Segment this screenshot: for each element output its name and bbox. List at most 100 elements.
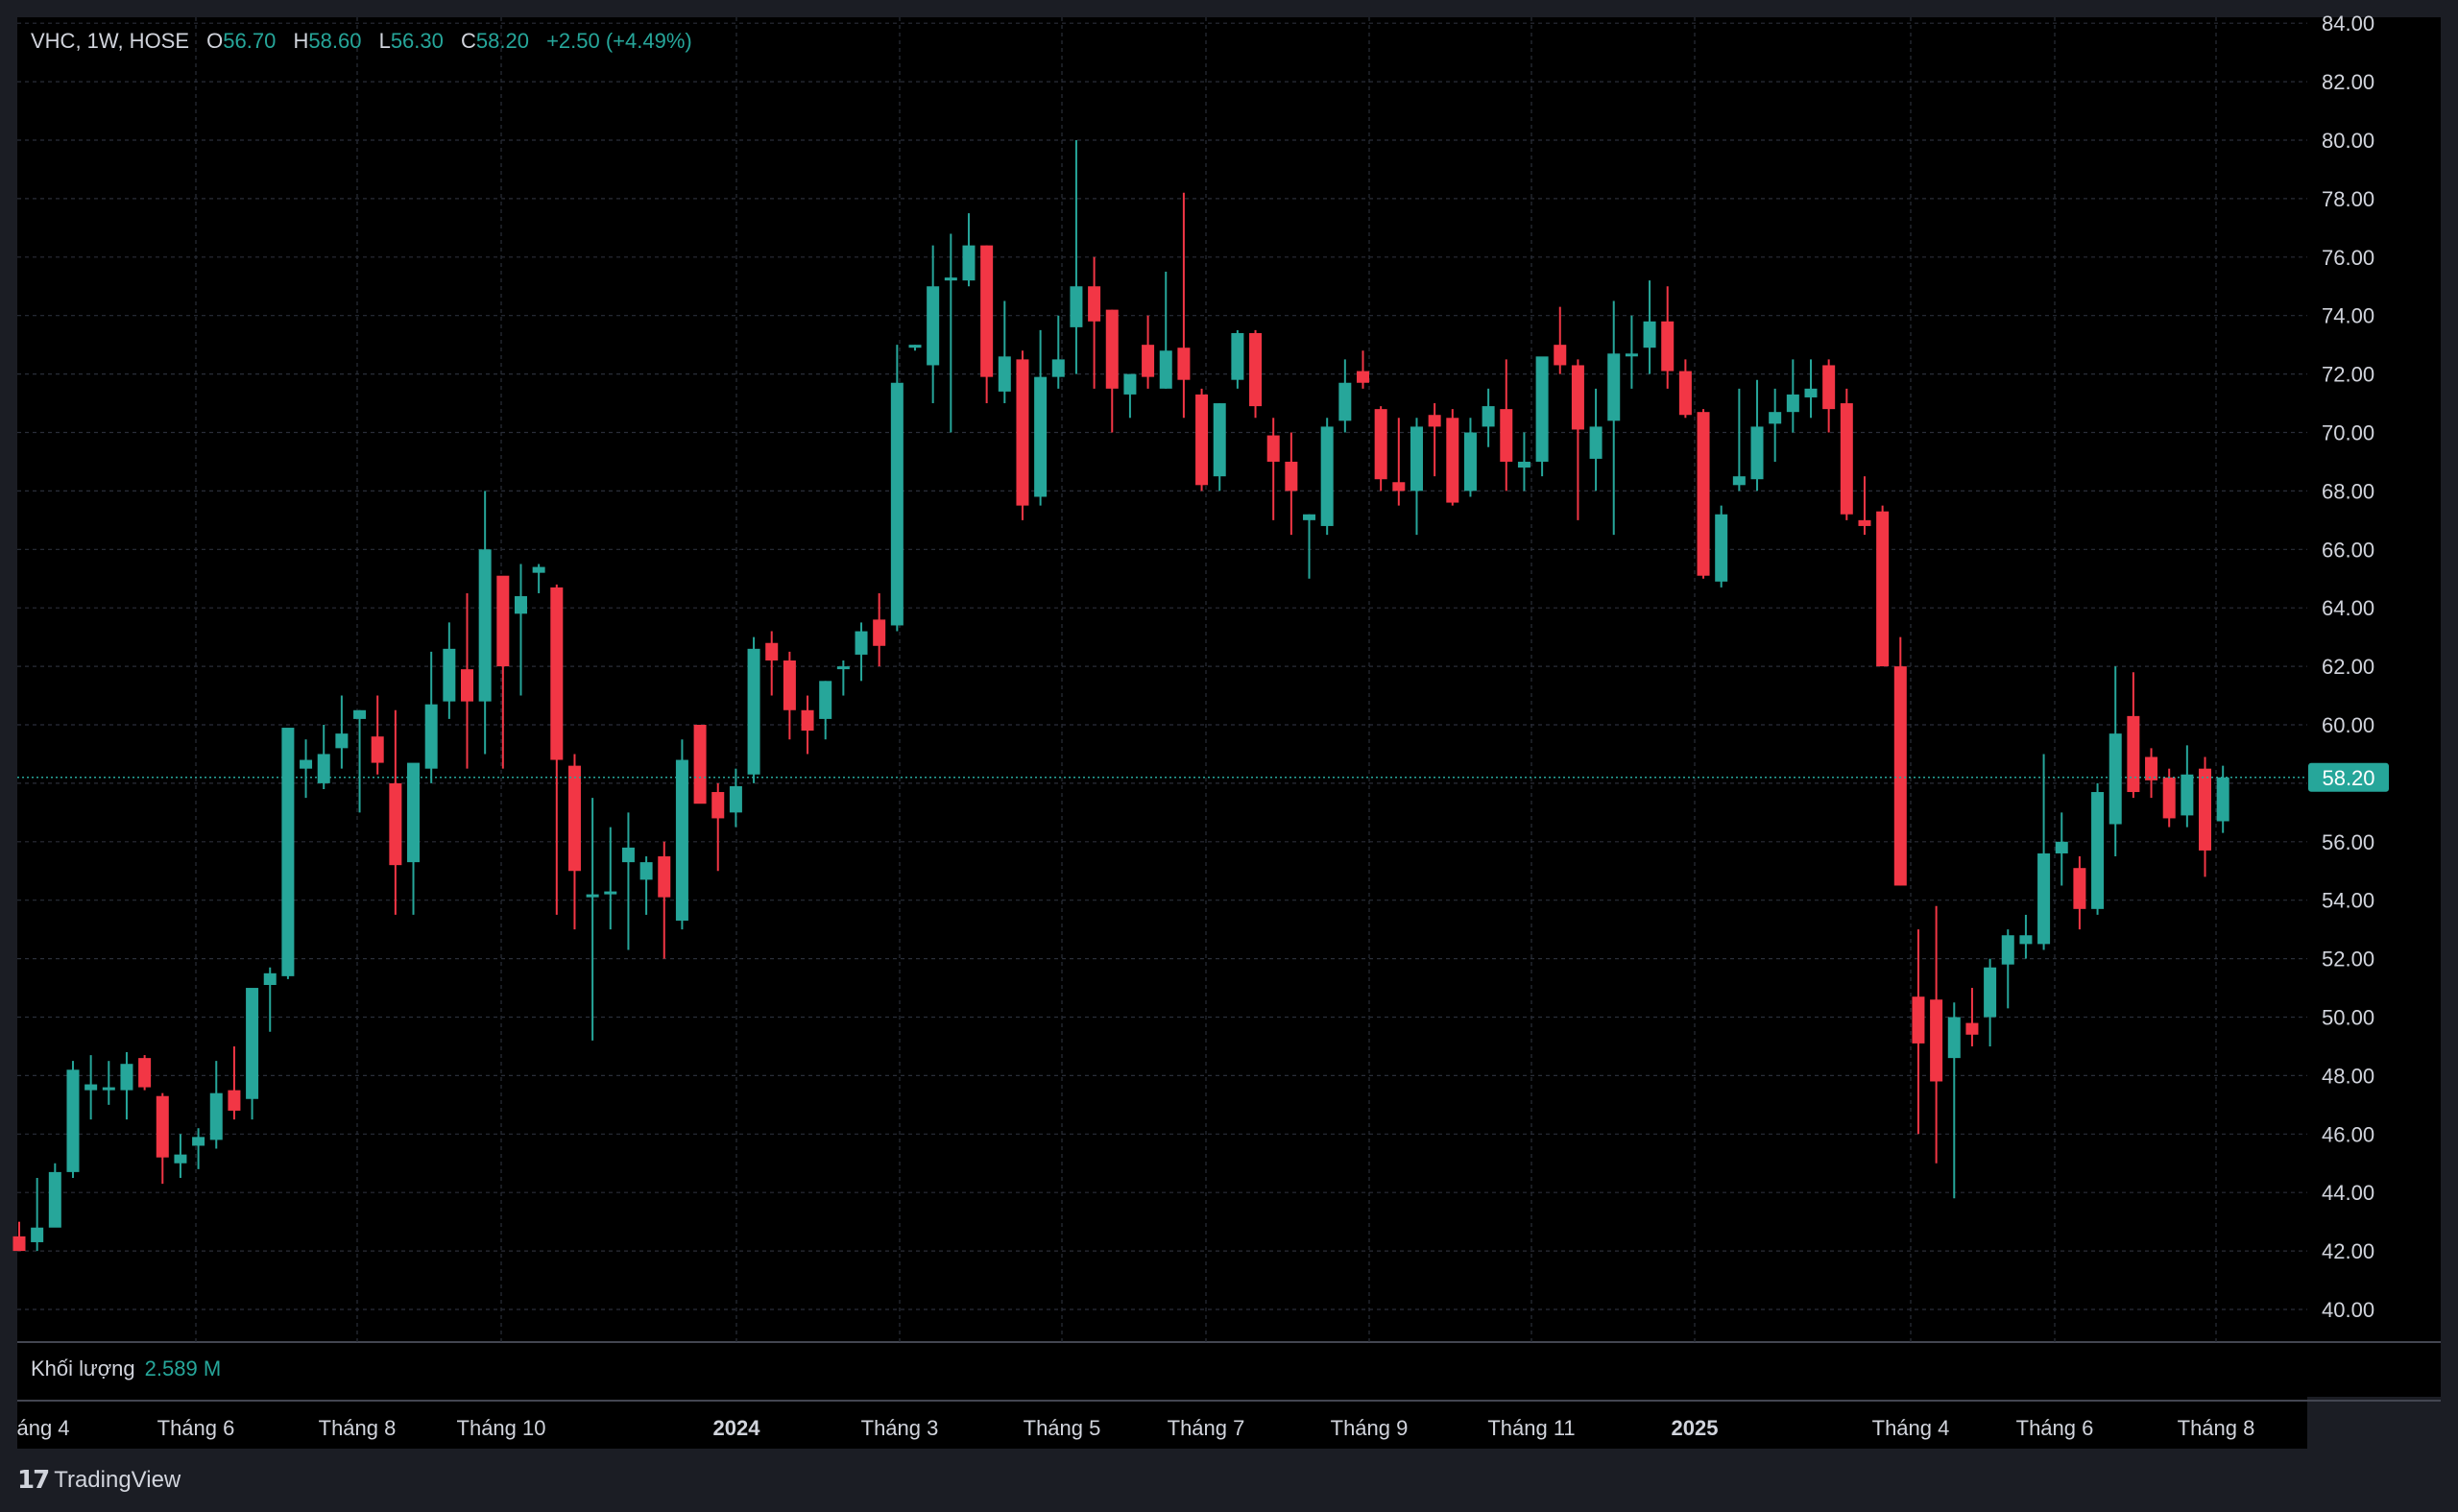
candle-body[interactable] bbox=[1715, 514, 1728, 582]
candle-body[interactable] bbox=[120, 1064, 133, 1091]
candle-body[interactable] bbox=[532, 566, 545, 573]
candle-body[interactable] bbox=[335, 733, 349, 749]
candle-body[interactable] bbox=[1463, 432, 1477, 492]
candle-body[interactable] bbox=[1965, 1022, 1979, 1035]
candle-body[interactable] bbox=[998, 356, 1011, 392]
candle-body[interactable] bbox=[1177, 348, 1191, 380]
candle-body[interactable] bbox=[2001, 935, 2014, 965]
candle-body[interactable] bbox=[1142, 345, 1155, 377]
price-chart[interactable]: 40.00 42.00 44.00 46.00 48.00 50.00 52.00 54.00… bbox=[0, 0, 2458, 1512]
candle-body[interactable] bbox=[711, 792, 725, 819]
candle-body[interactable] bbox=[747, 648, 760, 775]
candle-body[interactable] bbox=[1051, 359, 1065, 377]
candle-body[interactable] bbox=[246, 988, 259, 1099]
candle-body[interactable] bbox=[228, 1090, 241, 1111]
symbol-title[interactable]: VHC, 1W, HOSE bbox=[31, 29, 189, 53]
candle-body[interactable] bbox=[1374, 409, 1387, 480]
candle-body[interactable] bbox=[156, 1095, 169, 1158]
candle-body[interactable] bbox=[855, 631, 868, 655]
candle-body[interactable] bbox=[1643, 321, 1656, 348]
candle-body[interactable] bbox=[2162, 777, 2176, 819]
candle-body[interactable] bbox=[962, 245, 976, 281]
candle-body[interactable] bbox=[281, 728, 295, 976]
candle-body[interactable] bbox=[66, 1069, 80, 1172]
candle-body[interactable] bbox=[2091, 792, 2105, 909]
candle-body[interactable] bbox=[1697, 412, 1710, 576]
candle-body[interactable] bbox=[819, 681, 832, 719]
candle-body[interactable] bbox=[927, 286, 940, 366]
candle-body[interactable] bbox=[1535, 356, 1549, 462]
candle-body[interactable] bbox=[2127, 715, 2140, 793]
candle-body[interactable] bbox=[496, 575, 510, 667]
price-axis[interactable]: 40.00 42.00 44.00 46.00 48.00 50.00 52.00 54.00… bbox=[2322, 12, 2374, 1322]
candle-body[interactable] bbox=[873, 619, 886, 646]
candle-body[interactable] bbox=[1858, 519, 1871, 526]
candle-body[interactable] bbox=[443, 648, 456, 702]
candle-body[interactable] bbox=[1786, 394, 1799, 413]
candle-body[interactable] bbox=[192, 1137, 205, 1146]
candle-body[interactable] bbox=[2109, 733, 2122, 825]
candle-body[interactable] bbox=[174, 1154, 187, 1164]
candle-body[interactable] bbox=[353, 709, 367, 719]
candle-body[interactable] bbox=[783, 660, 796, 710]
candle-body[interactable] bbox=[765, 642, 779, 661]
candle-body[interactable] bbox=[209, 1092, 223, 1140]
candle-body[interactable] bbox=[1804, 388, 1818, 397]
candle-body[interactable] bbox=[138, 1058, 152, 1088]
candle-body[interactable] bbox=[586, 894, 599, 898]
candle-body[interactable] bbox=[908, 345, 922, 348]
candle-body[interactable] bbox=[836, 666, 850, 670]
tradingview-brand[interactable]: 17 TradingView bbox=[17, 1466, 181, 1495]
candle-body[interactable] bbox=[567, 765, 581, 872]
candle-body[interactable] bbox=[890, 382, 904, 626]
candle-body[interactable] bbox=[1266, 435, 1280, 462]
candle-body[interactable] bbox=[389, 782, 402, 866]
candle-body[interactable] bbox=[1123, 373, 1137, 395]
candle-body[interactable] bbox=[1213, 403, 1226, 477]
candle-body[interactable] bbox=[48, 1171, 61, 1228]
candle-body[interactable] bbox=[1517, 461, 1530, 468]
candle-body[interactable] bbox=[1912, 996, 1925, 1044]
candle-body[interactable] bbox=[1678, 371, 1692, 416]
candle-body[interactable] bbox=[263, 972, 277, 986]
candle-body[interactable] bbox=[514, 596, 527, 614]
candle-body[interactable] bbox=[1446, 418, 1459, 503]
candle-body[interactable] bbox=[1105, 309, 1119, 389]
candle-body[interactable] bbox=[1984, 967, 1997, 1018]
candle-body[interactable] bbox=[693, 725, 707, 804]
candle-body[interactable] bbox=[1159, 350, 1172, 389]
candle-body[interactable] bbox=[944, 277, 957, 281]
candle-body[interactable] bbox=[1357, 371, 1369, 383]
candle-body[interactable] bbox=[1840, 403, 1853, 515]
candle-body[interactable] bbox=[300, 759, 313, 769]
candle-body[interactable] bbox=[1822, 365, 1836, 410]
candle-body[interactable] bbox=[2019, 935, 2033, 945]
candle-body[interactable] bbox=[461, 669, 473, 702]
candle-body[interactable] bbox=[658, 856, 671, 898]
candle-body[interactable] bbox=[1661, 321, 1675, 372]
candle-body[interactable] bbox=[675, 759, 688, 922]
candle-body[interactable] bbox=[2055, 841, 2068, 853]
candle-body[interactable] bbox=[1607, 353, 1621, 421]
candle-body[interactable] bbox=[1231, 332, 1244, 380]
candle-body[interactable] bbox=[1320, 426, 1334, 526]
candle-body[interactable] bbox=[2181, 774, 2194, 816]
candle-body[interactable] bbox=[1428, 415, 1441, 427]
candle-body[interactable] bbox=[801, 709, 814, 732]
candle-body[interactable] bbox=[1589, 426, 1603, 459]
candle-body[interactable] bbox=[2216, 777, 2229, 822]
candle-body[interactable] bbox=[1732, 476, 1746, 486]
candle-body[interactable] bbox=[639, 862, 653, 880]
candle-body[interactable] bbox=[1303, 514, 1316, 520]
candle-body[interactable] bbox=[550, 587, 564, 760]
candle-body[interactable] bbox=[2199, 768, 2212, 851]
candle-body[interactable] bbox=[1947, 1017, 1961, 1059]
candle-body[interactable] bbox=[1930, 999, 1943, 1082]
candle-body[interactable] bbox=[1034, 376, 1048, 497]
candle-body[interactable] bbox=[2037, 852, 2051, 945]
candle-body[interactable] bbox=[1285, 461, 1298, 492]
candle-body[interactable] bbox=[31, 1227, 44, 1242]
candle-body[interactable] bbox=[1195, 394, 1209, 486]
candle-body[interactable] bbox=[1571, 365, 1584, 430]
candle-body[interactable] bbox=[371, 736, 384, 763]
